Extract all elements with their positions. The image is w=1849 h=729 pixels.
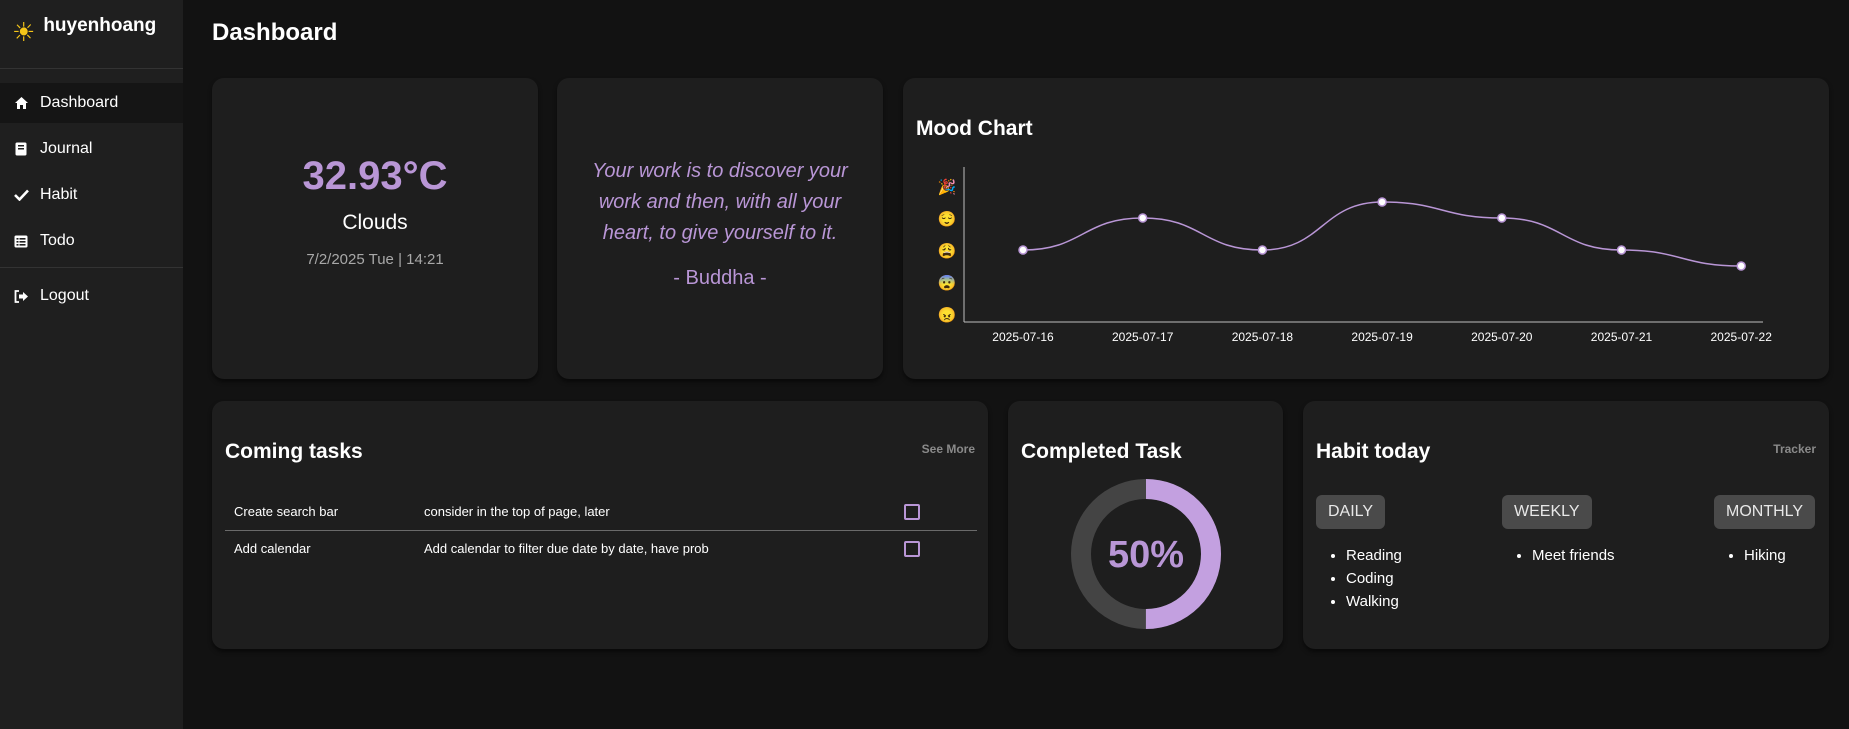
brand[interactable]: ☀ huyenhoang [0,0,183,69]
table-row: Add calendar Add calendar to filter due … [225,530,977,567]
check-icon [13,187,29,203]
daily-habit-list: Reading Coding Walking [1316,544,1402,613]
day: Tue [368,251,394,268]
x-tick-label: 2025-07-17 [1112,330,1174,344]
completed-task-card: Completed Task 50% [1008,401,1283,649]
mood-point [1137,213,1148,223]
mood-point [1018,245,1028,255]
y-tick-label: 🎉 [938,178,957,196]
weather-card: 32.93°C Clouds 7/2/2025 Tue | 14:21 [212,78,538,379]
y-tick-label: 😨 [938,274,957,292]
quote-card: Your work is to discover your work and t… [557,78,883,379]
mood-point [1377,197,1387,207]
y-tick-label: 😠 [938,306,957,324]
x-tick-label: 2025-07-18 [1232,330,1294,344]
task-description: consider in the top of page, later [424,493,904,531]
x-tick-label: 2025-07-19 [1351,330,1413,344]
list-icon [13,233,29,249]
book-icon [13,141,29,157]
sidebar-item-journal[interactable]: Journal [0,129,183,169]
task-description: Add calendar to filter due date by date,… [424,541,709,557]
home-icon [13,95,29,111]
task-table: Create search bar consider in the top of… [225,493,977,567]
sidebar-item-label: Habit [40,186,78,203]
sidebar-item-todo[interactable]: Todo [0,221,183,261]
coming-tasks-title: Coming tasks [225,440,363,463]
see-more-link[interactable]: See More [922,442,975,456]
quote-author: - Buddha - [673,267,767,289]
list-item: Reading [1346,544,1402,567]
mood-point [1616,245,1627,255]
sidebar-item-label: Dashboard [40,94,119,111]
list-item: Hiking [1744,544,1815,567]
date: 7/2/2025 [306,251,365,268]
brand-name: huyenhoang [43,15,157,36]
task-name: Create search bar [225,493,424,531]
list-item: Coding [1346,567,1402,590]
nav-divider [0,267,183,268]
page-title: Dashboard [212,19,338,46]
habit-today-card: Habit today Tracker DAILY Reading Coding… [1303,401,1829,649]
logout-button[interactable]: Logout [0,276,183,316]
mood-series-line [1022,201,1742,267]
mood-chart-card: Mood Chart 😠 😨 😩 😌 🎉 2025-07-16 2025-07-17 2025… [903,78,1829,379]
monthly-habit-list: Hiking [1714,544,1815,567]
mood-point [1497,213,1507,223]
weather-condition: Clouds [342,211,408,234]
sidebar-item-label: Todo [40,232,75,249]
completed-percent-label: 50% [1108,534,1184,576]
task-name: Add calendar [234,541,311,557]
habit-today-title: Habit today [1316,440,1431,463]
y-tick-label: 😩 [938,242,957,260]
sidebar: ☀ huyenhoang Dashboard Journal Habit Tod… [0,0,183,729]
habit-group-monthly: MONTHLY Hiking [1714,495,1816,567]
coming-tasks-card: Coming tasks See More Create search bar … [212,401,988,649]
logout-icon [13,288,29,304]
completed-donut-chart: 50% [1071,479,1221,629]
mood-point [1257,245,1268,255]
sidebar-item-dashboard[interactable]: Dashboard [0,83,183,123]
weekly-habit-list: Meet friends [1502,544,1615,567]
tracker-link[interactable]: Tracker [1773,442,1816,456]
temperature: 32.93°C [302,154,448,198]
y-tick-label: 😌 [938,210,957,228]
sidebar-nav: Dashboard Journal Habit Todo Logout [0,69,183,316]
sidebar-item-label: Journal [40,140,93,157]
mood-chart: 😠 😨 😩 😌 🎉 2025-07-16 2025-07-17 2025-07-18 2025-… [938,167,1773,344]
habit-group-weekly: WEEKLY Meet friends [1502,495,1615,567]
x-tick-label: 2025-07-20 [1471,330,1533,344]
habit-group-daily: DAILY Reading Coding Walking [1316,495,1402,613]
sun-icon: ☀ [12,17,36,47]
list-item: Meet friends [1532,544,1615,567]
table-row: Create search bar consider in the top of… [225,493,977,531]
time: 14:21 [406,251,444,268]
x-tick-label: 2025-07-21 [1591,330,1653,344]
x-tick-label: 2025-07-22 [1711,330,1773,344]
weekly-button[interactable]: WEEKLY [1502,495,1592,529]
quote-text: Your work is to discover your work and t… [592,160,848,244]
monthly-button[interactable]: MONTHLY [1714,495,1816,529]
list-item: Walking [1346,590,1402,613]
daily-button[interactable]: DAILY [1316,495,1386,529]
mood-point [1736,261,1746,271]
task-checkbox[interactable] [904,503,920,520]
logout-label: Logout [40,287,89,304]
task-checkbox[interactable] [904,541,920,558]
x-tick-label: 2025-07-16 [992,330,1054,344]
date-time: 7/2/2025 Tue | 14:21 [306,251,444,268]
sidebar-item-habit[interactable]: Habit [0,175,183,215]
